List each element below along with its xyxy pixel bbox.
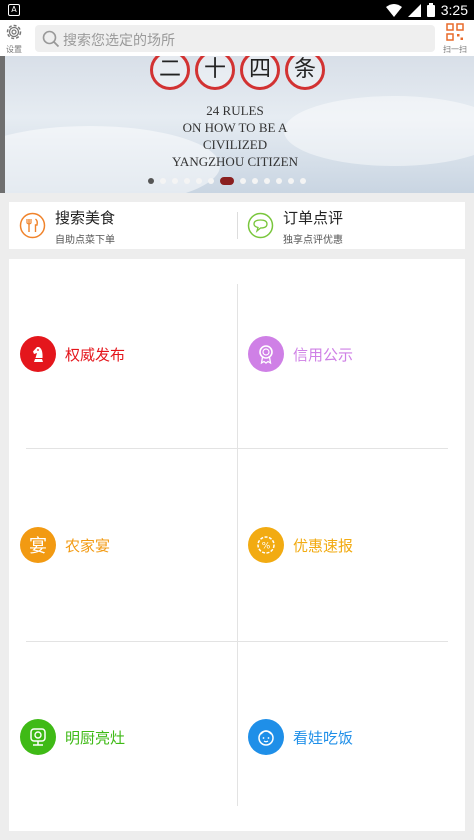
search-food-button[interactable]: 搜索美食 自助点菜下单 (9, 202, 237, 249)
banner-title-char: 条 (285, 56, 325, 90)
banner-subtitle: 24 RULES ON HOW TO BE A CIVILIZED YANGZH… (150, 102, 320, 170)
quick-action-subtitle: 独享点评优惠 (283, 235, 343, 246)
child-face-icon (248, 719, 284, 755)
banner-title: 二 十 四 条 (150, 56, 325, 90)
gear-icon (6, 24, 22, 40)
banquet-icon: 宴 (20, 527, 56, 563)
signal-icon (407, 3, 421, 17)
grid-item-farm-banquet[interactable]: 宴 农家宴 (20, 525, 220, 565)
quick-action-subtitle: 自助点菜下单 (55, 235, 115, 246)
chat-bubble-icon (247, 212, 274, 239)
fork-knife-icon (19, 212, 46, 239)
banner-carousel[interactable]: 二 十 四 条 24 RULES ON HOW TO BE A CIVILIZE… (0, 56, 474, 193)
grid-item-authority-release[interactable]: 权威发布 (20, 334, 220, 374)
carousel-dot[interactable] (264, 178, 270, 184)
carousel-dot[interactable] (288, 178, 294, 184)
search-input[interactable]: 搜索您选定的场所 (35, 25, 435, 52)
function-grid: 权威发布 信用公示 宴 农家宴 % 优惠速报 明厨亮灶 看娃吃饭 (9, 259, 465, 831)
settings-button[interactable]: 设置 (2, 20, 26, 56)
carousel-dot[interactable] (220, 177, 234, 185)
banner-subtitle-line: 24 RULES (206, 103, 264, 118)
banner-title-char: 四 (240, 56, 280, 90)
divider (26, 641, 448, 642)
carousel-dot[interactable] (172, 178, 178, 184)
settings-label: 设置 (6, 45, 22, 54)
carousel-dot[interactable] (196, 178, 202, 184)
grid-item-label: 信用公示 (293, 345, 354, 364)
grid-item-label: 农家宴 (65, 536, 111, 555)
notification-icon: A (8, 4, 20, 16)
quick-actions: 搜索美食 自助点菜下单 订单点评 独享点评优惠 (9, 202, 465, 249)
grid-item-credit-disclosure[interactable]: 信用公示 (248, 334, 448, 374)
grid-item-open-kitchen[interactable]: 明厨亮灶 (20, 717, 220, 757)
top-bar: 设置 搜索您选定的场所 扫一扫 (0, 20, 474, 56)
carousel-dot[interactable] (208, 178, 214, 184)
banquet-glyph: 宴 (29, 536, 47, 557)
carousel-dot[interactable] (276, 178, 282, 184)
grid-item-label: 明厨亮灶 (65, 728, 126, 747)
clock: 3:25 (440, 2, 468, 18)
search-placeholder: 搜索您选定的场所 (63, 33, 175, 49)
carousel-dot[interactable] (148, 178, 154, 184)
carousel-dot[interactable] (252, 178, 258, 184)
banner-subtitle-line: YANGZHOU CITIZEN (171, 154, 298, 169)
grid-item-label: 看娃吃饭 (293, 728, 354, 747)
battery-icon (426, 3, 435, 17)
carousel-dot[interactable] (160, 178, 166, 184)
grid-item-label: 权威发布 (65, 345, 126, 364)
qr-scan-icon (446, 23, 464, 41)
wifi-icon (385, 3, 402, 17)
carousel-dot[interactable] (184, 178, 190, 184)
banner-subtitle-line: ON HOW TO BE A CIVILIZED (182, 120, 288, 152)
banner-edge (0, 56, 5, 193)
order-review-button[interactable]: 订单点评 独享点评优惠 (237, 202, 465, 249)
camera-icon (20, 719, 56, 755)
grid-item-label: 优惠速报 (293, 536, 354, 555)
quick-action-title: 搜索美食 (55, 209, 116, 227)
scan-label: 扫一扫 (443, 45, 467, 54)
chess-knight-icon (20, 336, 56, 372)
carousel-indicator (148, 177, 306, 185)
carousel-dot[interactable] (300, 178, 306, 184)
scan-button[interactable]: 扫一扫 (439, 20, 471, 56)
carousel-dot[interactable] (240, 178, 246, 184)
medal-icon (248, 336, 284, 372)
discount-icon: % (248, 527, 284, 563)
grid-item-kids-meal[interactable]: 看娃吃饭 (248, 717, 448, 757)
svg-text:%: % (262, 542, 271, 552)
banner-title-char: 二 (150, 56, 190, 90)
quick-action-title: 订单点评 (283, 209, 344, 227)
divider (26, 448, 448, 449)
status-bar: A 3:25 (0, 0, 474, 20)
search-icon (42, 30, 60, 48)
grid-item-discount-news[interactable]: % 优惠速报 (248, 525, 448, 565)
banner-title-char: 十 (195, 56, 235, 90)
divider (237, 284, 238, 806)
